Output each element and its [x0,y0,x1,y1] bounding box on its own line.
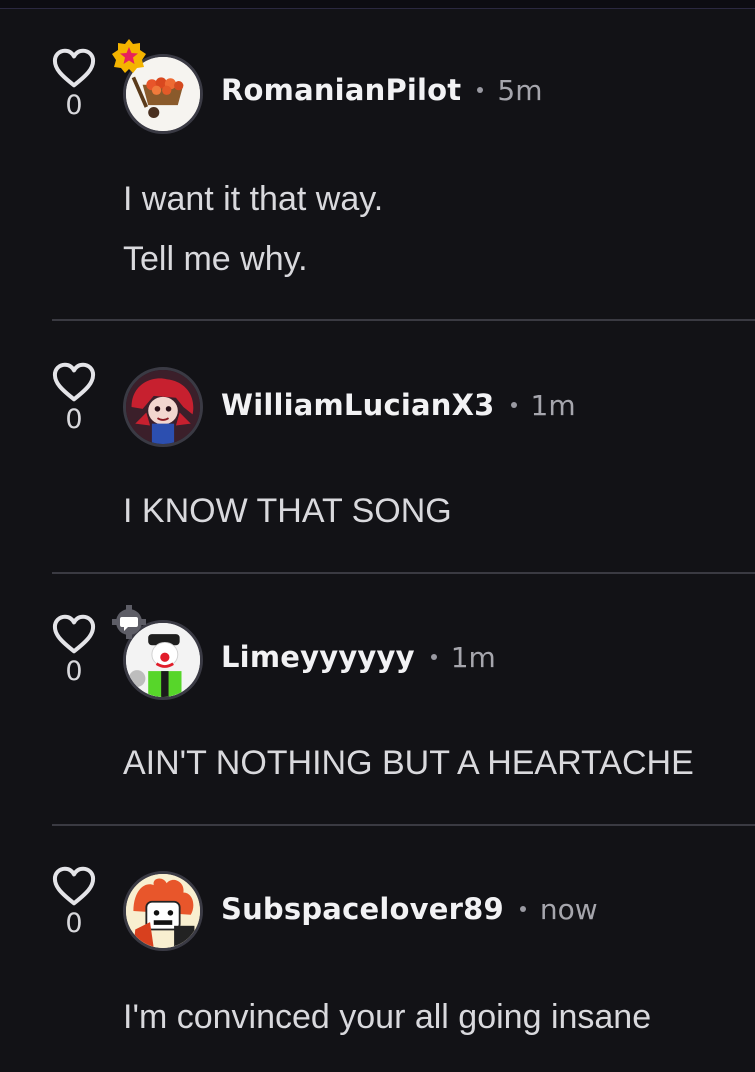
comment-header: Limeyyyyyy 1m [221,637,496,677]
flame-character-avatar [126,874,200,948]
user-avatar[interactable] [123,871,203,951]
comment-header: RomanianPilot 5m [221,70,542,110]
like-button[interactable]: 0 [52,866,96,937]
timestamp: now [539,892,598,926]
divider [52,319,755,321]
timestamp: 5m [497,73,543,107]
like-count: 0 [65,90,83,121]
like-button[interactable]: 0 [52,362,96,433]
comment-text-line: AIN'T NOTHING BUT A HEARTACHE [123,744,694,782]
timestamp: 1m [530,388,576,422]
like-count: 0 [65,656,83,687]
separator-dot [430,654,437,660]
separator-dot [477,87,484,93]
username[interactable]: Limeyyyyyy [221,640,415,674]
like-button[interactable]: 0 [52,48,96,119]
timestamp: 1m [450,640,496,674]
heart-icon [52,48,96,88]
username[interactable]: WilliamLucianX3 [221,388,495,422]
comment-text-line: I want it that way. [123,180,384,218]
like-count: 0 [65,908,83,939]
top-edge-bar [0,0,755,9]
like-button[interactable]: 0 [52,614,96,685]
comment-text-line: Tell me why. [123,240,308,278]
comment-header: Subspacelover89 now [221,889,598,929]
heart-icon [52,866,96,906]
comment-text-line: I'm convinced your all going insane [123,998,652,1036]
gear-badge-icon [111,604,147,640]
separator-dot [510,402,517,408]
separator-dot [519,906,526,912]
divider [52,824,755,826]
user-avatar[interactable] [123,367,203,447]
comment-text-line: I KNOW THAT SONG [123,492,452,530]
comment-header: WilliamLucianX3 1m [221,385,576,425]
red-hair-character-avatar [126,370,200,444]
divider [52,572,755,574]
heart-icon [52,362,96,402]
username[interactable]: Subspacelover89 [221,892,504,926]
like-count: 0 [65,404,83,435]
heart-icon [52,614,96,654]
star-badge-icon [111,38,147,74]
username[interactable]: RomanianPilot [221,73,461,107]
